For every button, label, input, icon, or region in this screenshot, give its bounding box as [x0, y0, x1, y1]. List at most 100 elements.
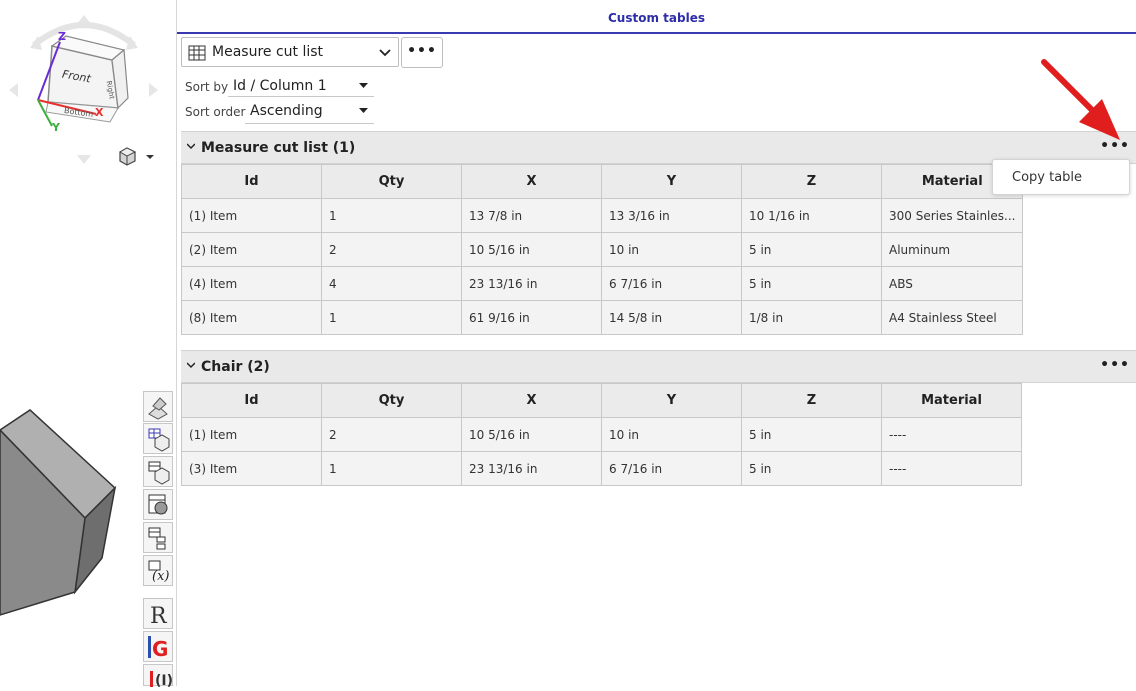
table-function-icon[interactable]: (x): [143, 555, 173, 586]
table-cell: (2) Item: [181, 232, 322, 267]
table-row[interactable]: (8) Item 1 61 9/16 in 14 5/8 in 1/8 in A…: [181, 300, 1024, 335]
table-row[interactable]: (1) Item 2 10 5/16 in 10 in 5 in ----: [181, 417, 1022, 452]
table-cell: 10 5/16 in: [461, 232, 602, 267]
more-icon: •••: [407, 43, 437, 59]
table-cell: 6 7/16 in: [601, 451, 742, 486]
table-row[interactable]: (2) Item 2 10 5/16 in 10 in 5 in Aluminu…: [181, 232, 1024, 267]
column-header[interactable]: Qty: [321, 383, 462, 418]
sort-by-value: Id / Column 1: [233, 78, 327, 94]
table-cell: 2: [321, 417, 462, 452]
section-title: Chair (2): [201, 359, 270, 375]
sort-order-value: Ascending: [250, 103, 323, 119]
column-header[interactable]: Qty: [321, 164, 462, 199]
panel-header: Custom tables: [177, 0, 1136, 34]
table-cell: A4 Stainless Steel: [880, 300, 1024, 335]
table-cell: 4: [321, 266, 462, 301]
rotate-right-icon: [149, 83, 158, 97]
table-cell: (1) Item: [181, 198, 322, 233]
column-header[interactable]: X: [461, 383, 602, 418]
annotation-arrow-icon: [1041, 59, 1120, 140]
chevron-down-icon: [146, 155, 154, 159]
section-more-button[interactable]: •••: [1100, 357, 1130, 373]
panel-divider: [176, 0, 177, 686]
table-cell: Aluminum: [880, 232, 1024, 267]
svg-text:(x): (x): [152, 569, 169, 584]
context-menu: Copy table: [992, 159, 1130, 195]
column-header[interactable]: Z: [741, 164, 882, 199]
table-cell: 1: [321, 300, 462, 335]
sort-by-select[interactable]: Id / Column 1: [228, 75, 374, 97]
table-cell: 5 in: [741, 417, 882, 452]
sort-order-label: Sort order: [185, 105, 246, 119]
chevron-down-icon[interactable]: [187, 142, 195, 150]
column-header[interactable]: Id: [181, 383, 322, 418]
panel-title: Custom tables: [608, 11, 705, 25]
caret-down-icon: [359, 108, 368, 113]
chevron-down-icon[interactable]: [187, 361, 195, 369]
copy-table-menu-item[interactable]: Copy table: [1012, 170, 1082, 185]
table-cell: 61 9/16 in: [461, 300, 602, 335]
table-row[interactable]: (1) Item 1 13 7/8 in 13 3/16 in 10 1/16 …: [181, 198, 1024, 233]
table-cell: 23 13/16 in: [461, 451, 602, 486]
table-cell: ----: [881, 417, 1022, 452]
table-variable-icon[interactable]: [143, 456, 173, 487]
table-cell: 23 13/16 in: [461, 266, 602, 301]
table-header-row: Id Qty X Y Z Material: [181, 164, 1024, 199]
parts-icon[interactable]: [143, 391, 173, 422]
table-cell: 5 in: [741, 266, 882, 301]
column-header[interactable]: X: [461, 164, 602, 199]
table-cell: 14 5/8 in: [601, 300, 742, 335]
table-cell: 13 7/8 in: [461, 198, 602, 233]
svg-text:(I): (I): [155, 673, 172, 687]
table-cell: ----: [881, 451, 1022, 486]
table-select[interactable]: Measure cut list: [181, 37, 399, 67]
table-cell: 1/8 in: [741, 300, 882, 335]
svg-text:G: G: [152, 637, 168, 661]
table-cell: (3) Item: [181, 451, 322, 486]
table-cell: 10 in: [601, 417, 742, 452]
column-header[interactable]: Z: [741, 383, 882, 418]
view-mode-dropdown[interactable]: [118, 147, 158, 167]
table-cell: 5 in: [741, 232, 882, 267]
axis-z-label: Z: [58, 30, 66, 43]
table-sphere-icon[interactable]: [143, 489, 173, 520]
table-select-value: Measure cut list: [212, 44, 324, 60]
sort-by-label: Sort by: [185, 80, 229, 94]
chevron-down-icon: [379, 49, 391, 57]
column-header[interactable]: Material: [881, 383, 1022, 418]
rotate-down-icon: [77, 155, 91, 164]
rotate-left-icon: [9, 83, 18, 97]
table-cube-icon[interactable]: [143, 423, 173, 454]
part-model[interactable]: [0, 400, 140, 630]
axis-y-label: Y: [52, 121, 60, 134]
table-cell: 13 3/16 in: [601, 198, 742, 233]
table-cell: (8) Item: [181, 300, 322, 335]
column-header[interactable]: Id: [181, 164, 322, 199]
table-cell: 10 1/16 in: [741, 198, 882, 233]
table-tree-icon[interactable]: [143, 522, 173, 553]
table-row[interactable]: (4) Item 4 23 13/16 in 6 7/16 in 5 in AB…: [181, 266, 1024, 301]
table-cell: 5 in: [741, 451, 882, 486]
power-app-icon[interactable]: (I): [143, 664, 173, 689]
section-header[interactable]: Chair (2) •••: [181, 350, 1136, 383]
data-table: Id Qty X Y Z Material (1) Item 2 10 5/16…: [181, 383, 1022, 486]
table-cell: 1: [321, 198, 462, 233]
section-title: Measure cut list (1): [201, 140, 356, 156]
caret-down-icon: [359, 83, 368, 88]
table-cell: (4) Item: [181, 266, 322, 301]
table-cell: 10 in: [601, 232, 742, 267]
r-app-icon[interactable]: R: [143, 598, 173, 629]
svg-text:R: R: [150, 604, 168, 628]
g-app-icon[interactable]: G: [143, 631, 173, 662]
table-cell: 6 7/16 in: [601, 266, 742, 301]
column-header[interactable]: Y: [601, 164, 742, 199]
table-cell: ABS: [880, 266, 1024, 301]
column-header[interactable]: Y: [601, 383, 742, 418]
table-more-button[interactable]: •••: [401, 37, 443, 68]
axis-x-label: X: [95, 106, 104, 119]
table-cell: 2: [321, 232, 462, 267]
table-cell: 1: [321, 451, 462, 486]
sort-order-select[interactable]: Ascending: [245, 100, 374, 124]
table-row[interactable]: (3) Item 1 23 13/16 in 6 7/16 in 5 in --…: [181, 451, 1022, 486]
table-icon: [188, 45, 206, 61]
